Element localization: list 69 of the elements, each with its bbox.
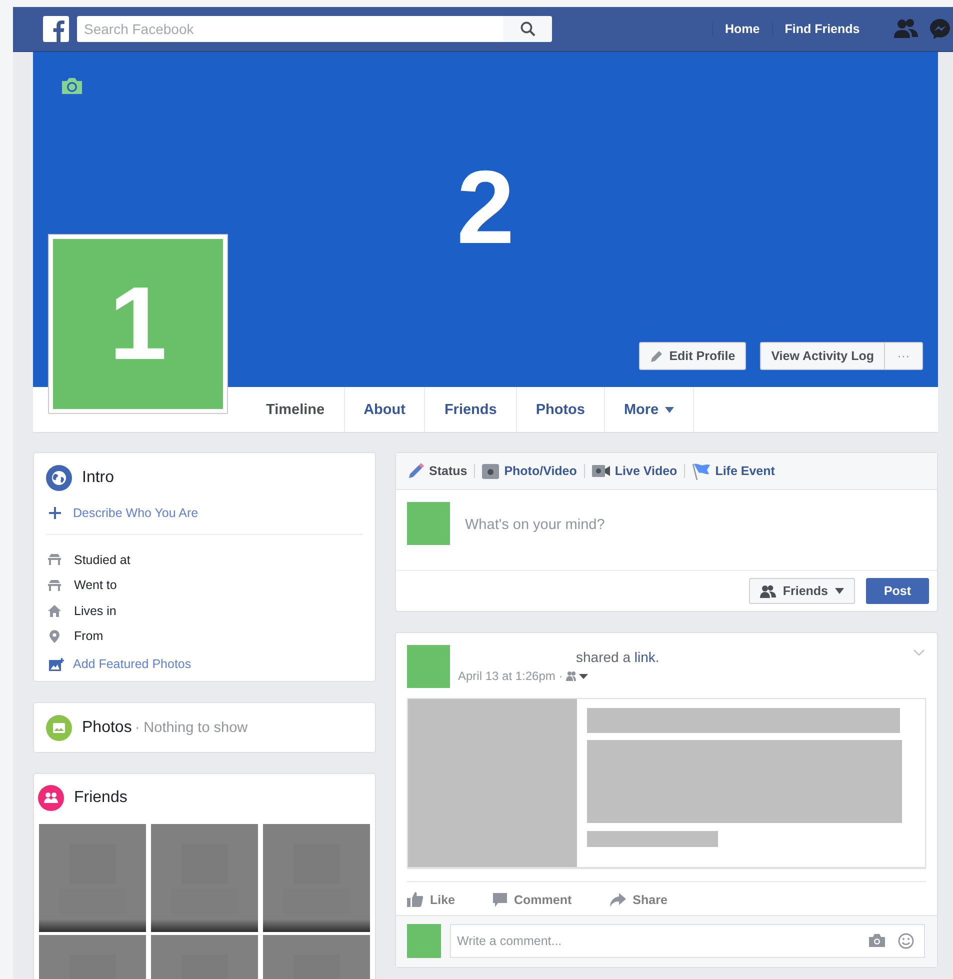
audience-button[interactable]: Friends xyxy=(748,578,855,604)
camera-icon[interactable] xyxy=(869,934,885,947)
post-button[interactable]: Post xyxy=(866,578,929,604)
composer-tab[interactable]: Life Event xyxy=(692,462,775,480)
search-field[interactable]: Search Facebook xyxy=(77,16,503,42)
video-camera-icon xyxy=(592,465,610,477)
camera-icon xyxy=(482,464,500,478)
avatar xyxy=(407,645,450,688)
comment-icon xyxy=(493,892,508,906)
link-preview[interactable] xyxy=(407,698,926,868)
thumbs-up-icon xyxy=(407,892,423,907)
plus-icon xyxy=(49,507,61,519)
cover-number: 2 xyxy=(456,156,516,260)
intro-detail: From xyxy=(74,629,104,644)
pencil-icon xyxy=(408,463,424,479)
add-photo-icon xyxy=(49,658,64,670)
avatar xyxy=(407,924,441,958)
featured-photos-link[interactable]: Add Featured Photos xyxy=(49,657,363,671)
describe-link[interactable]: Describe Who You Are xyxy=(49,506,363,520)
flag-icon xyxy=(692,462,710,480)
card-title: Intro xyxy=(82,469,114,487)
profile-tab[interactable]: More xyxy=(604,387,694,432)
share-icon xyxy=(610,892,626,906)
messenger-icon[interactable] xyxy=(928,18,951,40)
globe-icon xyxy=(46,465,72,491)
caret-icon xyxy=(664,406,674,412)
profile-tab[interactable]: Photos xyxy=(516,387,605,432)
friends-icon xyxy=(760,584,776,598)
activity-log-button[interactable]: View Activity Log xyxy=(760,342,885,370)
post-action[interactable]: Share xyxy=(610,892,668,906)
comment-field[interactable]: Write a comment... xyxy=(450,924,925,958)
audience-icon[interactable] xyxy=(566,671,588,681)
camera-icon[interactable] xyxy=(60,77,84,95)
caret-icon xyxy=(835,588,844,594)
composer-tab[interactable]: Live Video xyxy=(592,464,678,478)
search-button[interactable] xyxy=(503,16,552,42)
location-pin-icon xyxy=(48,630,61,643)
nav-link[interactable]: Find Friends xyxy=(772,22,872,36)
avatar xyxy=(407,502,450,545)
friend-requests-icon[interactable] xyxy=(892,18,919,40)
composer-tab[interactable]: Status xyxy=(408,463,468,479)
logo-icon[interactable] xyxy=(43,16,69,42)
nav-link[interactable]: Home xyxy=(712,22,772,36)
search-icon xyxy=(520,21,536,37)
profile-tab[interactable]: Timeline xyxy=(247,387,345,432)
school-icon xyxy=(48,580,61,591)
edit-profile-button[interactable]: Edit Profile xyxy=(639,342,746,370)
composer-tab[interactable]: Photo/Video xyxy=(482,464,577,478)
smiley-icon[interactable] xyxy=(898,933,914,949)
profile-tab[interactable]: Friends xyxy=(425,387,517,432)
post-time: April 13 at 1:26pm · xyxy=(458,669,563,683)
profile-number: 1 xyxy=(109,272,167,376)
photos-note: · Nothing to show xyxy=(134,720,248,736)
pencil-icon xyxy=(650,350,664,362)
school-icon xyxy=(48,554,61,566)
intro-detail: Lives in xyxy=(74,604,116,618)
post-action[interactable]: Comment xyxy=(493,892,572,906)
intro-detail: Studied at xyxy=(74,552,130,567)
shared-link[interactable]: link xyxy=(634,649,656,665)
post-headline: shared a link. xyxy=(576,649,660,665)
friends-icon xyxy=(38,785,64,811)
chevron-down-icon[interactable] xyxy=(913,649,925,656)
photos-icon xyxy=(46,714,72,740)
profile-tab[interactable]: About xyxy=(344,387,426,432)
card-title: Friends xyxy=(74,789,128,807)
home-icon xyxy=(48,604,61,617)
card-title: Photos xyxy=(82,718,132,736)
post-action[interactable]: Like xyxy=(407,892,456,907)
intro-detail: Went to xyxy=(74,578,117,592)
